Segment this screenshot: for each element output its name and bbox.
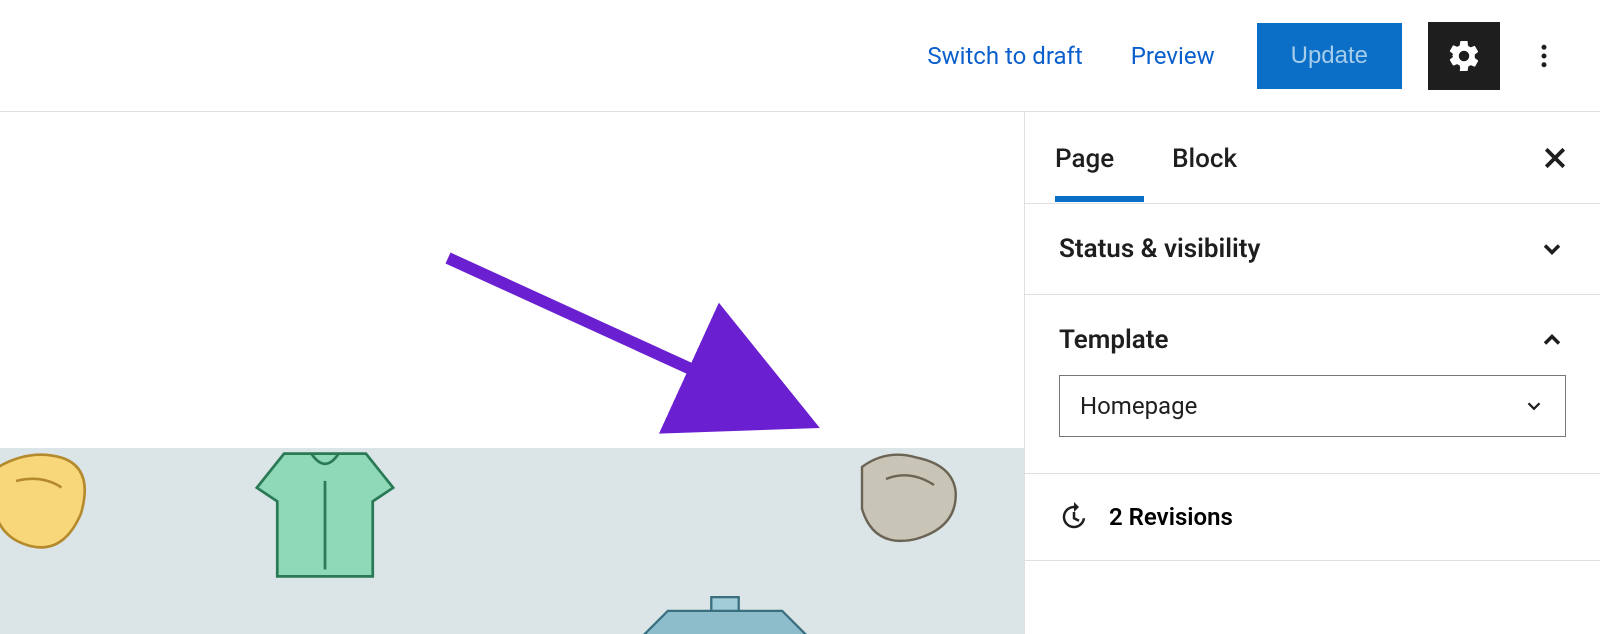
settings-button[interactable]: [1428, 22, 1500, 90]
gear-icon: [1446, 38, 1482, 74]
template-select-value: Homepage: [1080, 392, 1197, 420]
clothing-illustration-yellow: [0, 442, 120, 572]
more-options-button[interactable]: [1524, 22, 1564, 90]
panel-template[interactable]: Template: [1025, 295, 1600, 375]
editor-canvas[interactable]: [0, 112, 1024, 634]
update-button[interactable]: Update: [1257, 23, 1402, 89]
panel-title-template: Template: [1059, 325, 1168, 355]
clothing-illustration-grey: [850, 442, 970, 552]
tab-block[interactable]: Block: [1172, 114, 1267, 202]
preview-link[interactable]: Preview: [1111, 30, 1235, 82]
tab-page[interactable]: Page: [1055, 114, 1144, 202]
revisions-row[interactable]: 2 Revisions: [1025, 474, 1600, 561]
revisions-label: 2 Revisions: [1109, 503, 1233, 531]
main-area: Page Block Status & visibility Template …: [0, 112, 1600, 634]
history-icon: [1059, 502, 1089, 532]
chevron-down-icon: [1523, 395, 1545, 417]
close-sidebar-button[interactable]: [1540, 143, 1570, 173]
editor-toolbar: Switch to draft Preview Update: [0, 0, 1600, 112]
panel-title-status: Status & visibility: [1059, 234, 1260, 264]
settings-sidebar: Page Block Status & visibility Template …: [1024, 112, 1600, 634]
chevron-up-icon: [1538, 326, 1566, 354]
chevron-down-icon: [1538, 235, 1566, 263]
annotation-arrow: [438, 248, 838, 438]
featured-image-strip: [0, 448, 1024, 634]
switch-to-draft-link[interactable]: Switch to draft: [907, 30, 1102, 82]
panel-status-visibility[interactable]: Status & visibility: [1025, 204, 1600, 295]
close-icon: [1540, 143, 1570, 173]
sidebar-tabs: Page Block: [1025, 112, 1600, 204]
template-select[interactable]: Homepage: [1059, 375, 1566, 437]
more-vertical-icon: [1529, 41, 1559, 71]
clothing-illustration-green: [240, 440, 410, 590]
panel-template-body: Homepage: [1025, 375, 1600, 474]
clothing-illustration-blue: [630, 588, 820, 634]
